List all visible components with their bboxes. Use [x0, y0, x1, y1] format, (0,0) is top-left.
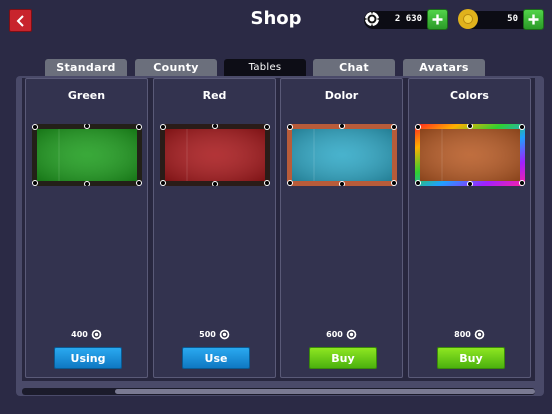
tab-avatars[interactable]: Avatars [403, 59, 485, 76]
pool-table-red-image [160, 124, 270, 186]
pool-chip-icon [219, 329, 230, 340]
pool-chip-icon [346, 329, 357, 340]
item-card-green[interactable]: Green 400 Using [25, 78, 148, 378]
pool-chip-icon [91, 329, 102, 340]
tab-standard[interactable]: Standard [45, 59, 127, 76]
item-card-dolor[interactable]: Dolor 600 Buy [280, 78, 403, 378]
item-card-red[interactable]: Red 500 Use [153, 78, 276, 378]
coins-value: 50 [507, 14, 518, 24]
item-price: 800 [409, 329, 530, 340]
item-price: 400 [26, 329, 147, 340]
pool-table-dolor-image [287, 124, 397, 186]
tab-tables[interactable]: Tables [224, 59, 306, 76]
pool-table-green-image [32, 124, 142, 186]
chips-balance: 2 630 [362, 9, 448, 30]
add-chips-button[interactable] [427, 9, 448, 30]
pool-table-colors-image [415, 124, 525, 186]
using-button[interactable]: Using [54, 347, 122, 369]
items-scroll-area[interactable]: Green 400 Using Red 500 Use Dolor 600 Bu… [22, 78, 535, 381]
price-value: 800 [454, 330, 471, 339]
gold-coin-icon [458, 9, 478, 29]
scrollbar-thumb[interactable] [115, 389, 535, 394]
plus-icon [528, 14, 539, 25]
chips-value: 2 630 [394, 14, 422, 24]
buy-button[interactable]: Buy [437, 347, 505, 369]
tab-county[interactable]: County [135, 59, 217, 76]
pool-chip-icon [474, 329, 485, 340]
add-coins-button[interactable] [523, 9, 544, 30]
item-price: 600 [281, 329, 402, 340]
item-name: Dolor [324, 89, 359, 102]
plus-icon [432, 14, 443, 25]
item-name: Red [202, 89, 227, 102]
item-card-colors[interactable]: Colors 800 Buy [408, 78, 531, 378]
item-name: Colors [450, 89, 489, 102]
item-price: 500 [154, 329, 275, 340]
price-value: 500 [199, 330, 216, 339]
price-value: 400 [71, 330, 88, 339]
buy-button[interactable]: Buy [309, 347, 377, 369]
use-button[interactable]: Use [182, 347, 250, 369]
item-name: Green [67, 89, 106, 102]
tab-chat[interactable]: Chat [313, 59, 395, 76]
coins-balance: 50 [458, 9, 544, 30]
price-value: 600 [326, 330, 343, 339]
pool-chip-icon [362, 9, 382, 29]
